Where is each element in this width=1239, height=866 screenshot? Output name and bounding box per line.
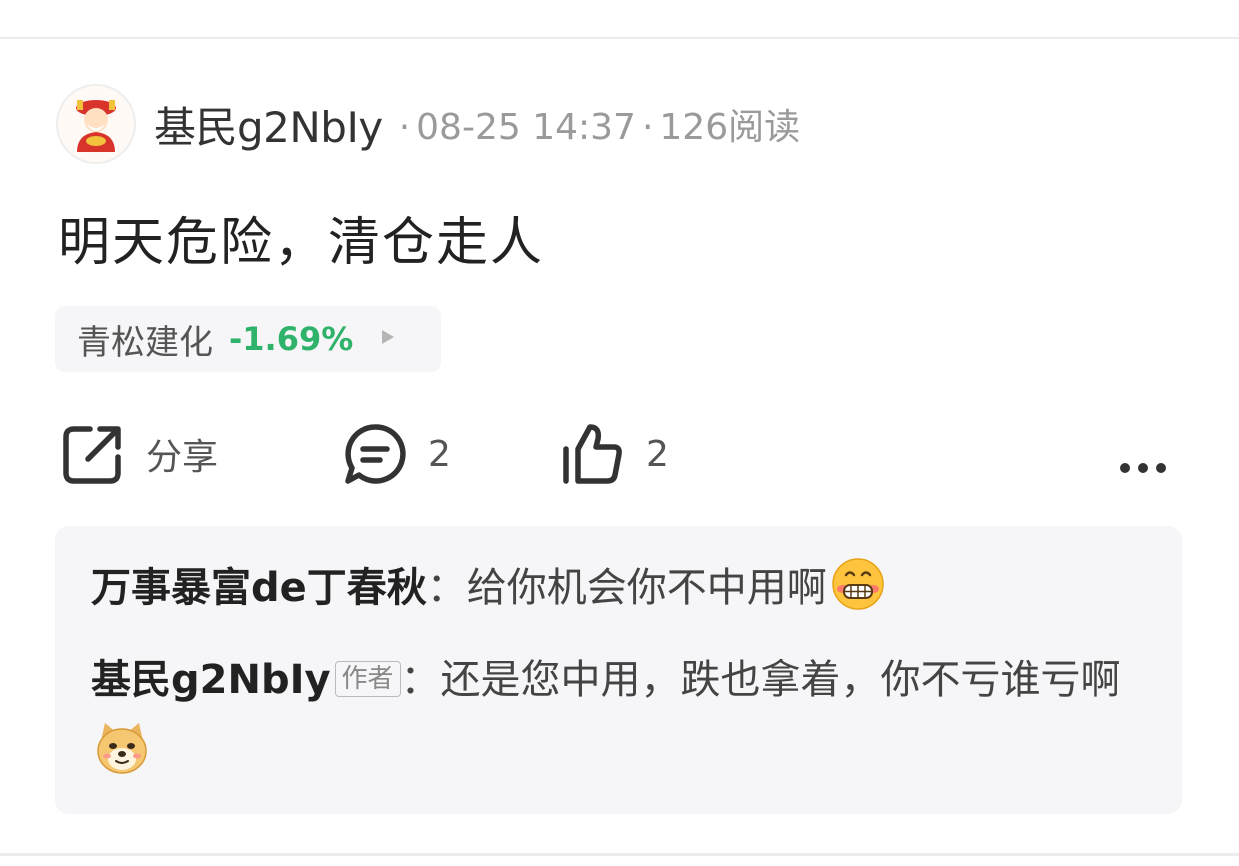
stock-change: -1.69%: [229, 320, 354, 358]
fortune-god-avatar-icon: [76, 100, 116, 152]
comment-text: 还是您中用，跌也拿着，你不亏谁亏啊: [440, 657, 1121, 703]
post-meta: · 08-25 14:37 · 126阅读: [393, 98, 800, 150]
comment-item[interactable]: 万事暴富de丁春秋：给你机会你不中用啊: [91, 556, 1146, 620]
commenter-name[interactable]: 万事暴富de丁春秋: [91, 565, 427, 611]
meta-separator: ·: [641, 107, 654, 148]
stock-chip[interactable]: 青松建化 -1.69%: [55, 306, 441, 372]
post-header: 基民g2NbIy · 08-25 14:37 · 126阅读: [56, 82, 800, 166]
action-bar: 分享 2 2: [60, 418, 1180, 490]
post-date: 08-25 14:37: [416, 107, 636, 148]
stock-name: 青松建化: [77, 322, 213, 363]
comment-colon: ：: [426, 565, 467, 611]
more-options-button[interactable]: [1116, 432, 1170, 504]
doge-emoji-icon: [95, 721, 149, 775]
comment-colon: ：: [400, 657, 441, 703]
meta-separator: ·: [398, 107, 411, 148]
comment-count: 2: [428, 433, 451, 475]
comment-item[interactable]: 基民g2NbIy 作者 ：还是您中用，跌也拿着，你不亏谁亏啊: [91, 644, 1146, 788]
avatar[interactable]: [56, 84, 136, 164]
bottom-divider: [0, 853, 1239, 856]
comment-text: 给你机会你不中用啊: [466, 565, 827, 611]
top-divider: [0, 37, 1239, 39]
read-count: 126阅读: [659, 107, 801, 148]
share-label: 分享: [146, 437, 219, 478]
thumbs-up-icon: [563, 424, 622, 484]
post-text: 明天危险，清仓走人: [58, 213, 545, 273]
like-button[interactable]: 2: [560, 418, 669, 490]
play-arrow-icon: [381, 329, 395, 349]
grinning-emoji-icon: [831, 557, 885, 611]
author-tag: 作者: [334, 661, 401, 697]
comment-button[interactable]: 2: [342, 418, 451, 490]
like-count: 2: [646, 433, 669, 475]
more-dots-icon: [1120, 463, 1166, 473]
comments-box[interactable]: 万事暴富de丁春秋：给你机会你不中用啊 基民g2NbIy 作者 ：还是您中用，跌也拿…: [55, 526, 1182, 814]
author-name[interactable]: 基民g2NbIy: [154, 94, 383, 155]
share-icon: [63, 426, 121, 484]
comment-icon: [345, 424, 406, 484]
commenter-name[interactable]: 基民g2NbIy: [91, 657, 331, 703]
share-button[interactable]: 分享: [60, 418, 218, 490]
